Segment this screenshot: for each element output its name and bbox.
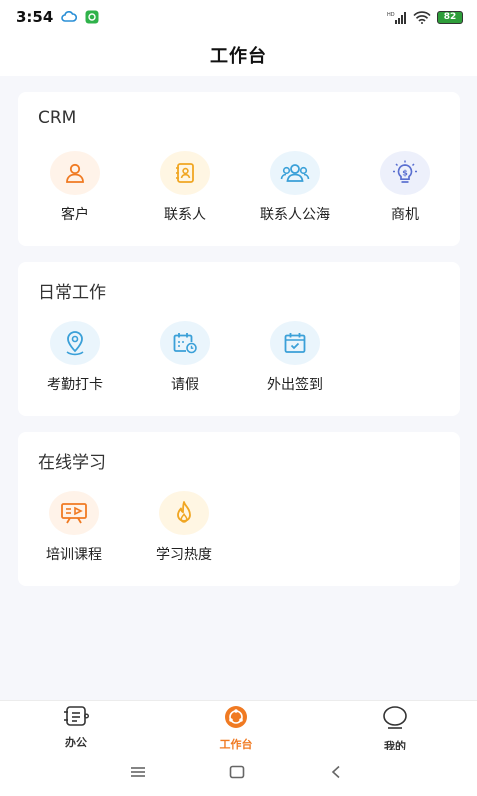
network-type: HD: [387, 12, 395, 18]
signal-icon: HD: [387, 11, 407, 24]
menu-icon[interactable]: [130, 764, 146, 783]
grid-item-learning-heat[interactable]: 学习热度: [134, 491, 234, 564]
grid-item-label: 联系人: [164, 207, 206, 223]
back-icon[interactable]: [330, 764, 342, 783]
office-list-icon: [62, 705, 90, 731]
svg-text:$: $: [402, 169, 408, 178]
workbench-icon: [223, 705, 249, 733]
section-title: 在线学习: [38, 453, 106, 473]
grid-item-label: 考勤打卡: [47, 377, 103, 393]
grid-item-label: 联系人公海: [260, 207, 330, 223]
tab-office[interactable]: 办公: [31, 705, 121, 750]
section-title: 日常工作: [38, 283, 106, 303]
calendar-clock-icon: [172, 331, 198, 355]
grid-item-contacts[interactable]: 联系人: [135, 151, 235, 224]
grid-item-checkin-out[interactable]: 外出签到: [245, 321, 345, 394]
grid-item-label: 商机: [391, 207, 419, 223]
page-header: 工作台: [0, 34, 477, 76]
section-daily-work: 日常工作 考勤打卡 请假 外出签到: [18, 262, 460, 416]
section-title: CRM: [38, 108, 77, 128]
grid-item-label: 请假: [171, 377, 199, 393]
page-title: 工作台: [210, 46, 267, 67]
grid-item-leave[interactable]: 请假: [135, 321, 235, 394]
tab-label: 办公: [65, 736, 87, 749]
status-bar: 3:54 HD 82: [0, 0, 477, 34]
cloud-icon: [61, 11, 78, 23]
user-icon: [63, 161, 87, 185]
tab-profile[interactable]: 我的: [350, 705, 440, 754]
presentation-icon: [60, 501, 88, 525]
bottom-tab-bar: 办公 工作台 我的: [0, 700, 477, 754]
calendar-check-icon: [283, 331, 307, 355]
grid-item-label: 外出签到: [267, 377, 323, 393]
section-crm: CRM 客户 联系人 联系人公海 $ 商机: [18, 92, 460, 246]
group-icon: [280, 161, 310, 185]
status-time: 3:54: [16, 8, 54, 26]
system-nav-bar: [0, 750, 477, 796]
grid-item-label: 客户: [61, 207, 89, 223]
grid-item-contact-pool[interactable]: 联系人公海: [245, 151, 345, 224]
grid-item-opportunity[interactable]: $ 商机: [355, 151, 455, 224]
flame-icon: [172, 500, 196, 526]
location-pin-icon: [63, 330, 87, 356]
grid-item-attendance[interactable]: 考勤打卡: [25, 321, 125, 394]
profile-icon: [381, 705, 409, 735]
lightbulb-dollar-icon: $: [392, 160, 418, 186]
grid-item-label: 学习热度: [156, 547, 212, 563]
tab-workbench[interactable]: 工作台: [191, 705, 281, 752]
grid-item-customer[interactable]: 客户: [25, 151, 125, 224]
grid-item-label: 培训课程: [46, 547, 102, 563]
battery-indicator: 82: [437, 10, 463, 24]
app-notification-icon: [85, 10, 99, 24]
wifi-icon: [413, 10, 431, 24]
section-online-learning: 在线学习 培训课程 学习热度: [18, 432, 460, 586]
grid-item-training-courses[interactable]: 培训课程: [24, 491, 124, 564]
contact-card-icon: [173, 161, 197, 185]
home-icon[interactable]: [229, 764, 245, 783]
